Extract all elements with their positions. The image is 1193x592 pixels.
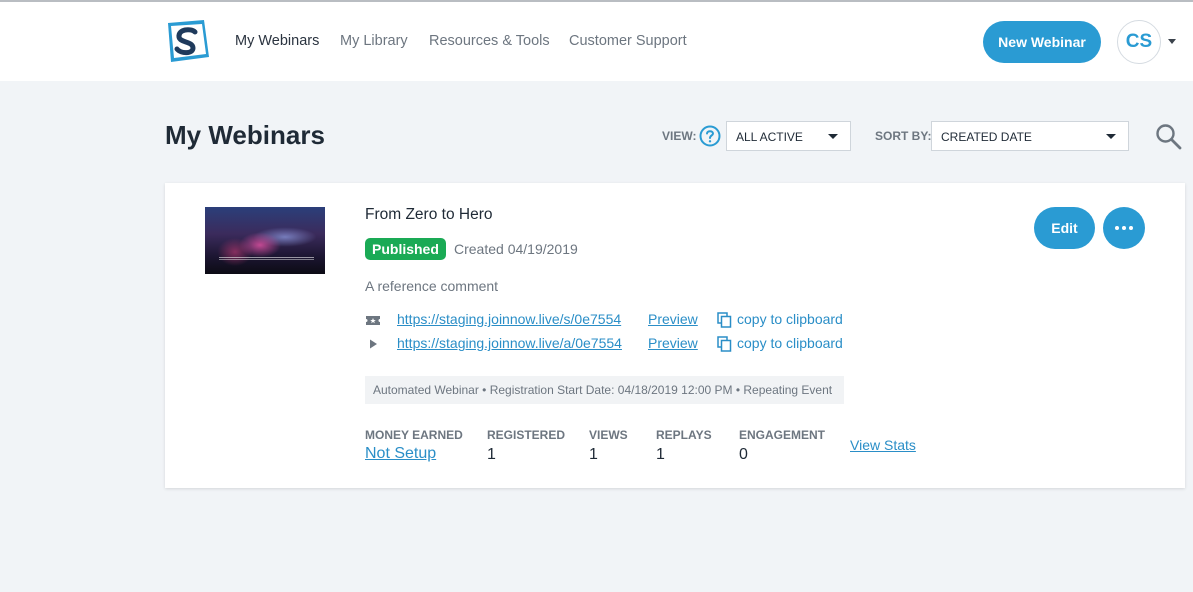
- view-label: VIEW:: [662, 129, 697, 143]
- ticket-icon: [366, 316, 380, 325]
- webinar-info-bar: Automated Webinar • Registration Start D…: [365, 376, 844, 404]
- more-dot: [1129, 226, 1133, 230]
- play-icon: [370, 339, 377, 349]
- nav-my-webinars[interactable]: My Webinars: [235, 33, 319, 49]
- nav-resources-tools[interactable]: Resources & Tools: [429, 33, 550, 49]
- copy-to-clipboard-label: copy to clipboard: [737, 311, 843, 327]
- brand-logo[interactable]: [164, 19, 210, 63]
- stat-registered-value: 1: [487, 446, 496, 463]
- sort-select-value: CREATED DATE: [941, 130, 1032, 144]
- webinar-card: From Zero to Hero Published Created 04/1…: [165, 183, 1185, 488]
- help-icon[interactable]: [699, 125, 721, 147]
- new-webinar-button[interactable]: New Webinar: [983, 21, 1101, 63]
- registration-link[interactable]: https://staging.joinnow.live/s/0e7554: [397, 311, 621, 327]
- webinar-thumbnail[interactable]: [205, 207, 325, 274]
- webinar-info-text: Automated Webinar • Registration Start D…: [373, 383, 833, 397]
- attendee-link[interactable]: https://staging.joinnow.live/a/0e7554: [397, 335, 622, 351]
- status-badge: Published: [365, 238, 446, 260]
- copy-icon: [717, 336, 732, 352]
- nav-customer-support[interactable]: Customer Support: [569, 33, 687, 49]
- more-options-button[interactable]: [1103, 207, 1145, 249]
- nav-my-library[interactable]: My Library: [340, 33, 408, 49]
- stat-engagement-value: 0: [739, 446, 748, 463]
- thumbnail-caption-lines: [219, 257, 314, 260]
- stat-views-label: VIEWS: [589, 428, 628, 442]
- stat-views-value: 1: [589, 446, 598, 463]
- view-stats-link[interactable]: View Stats: [850, 437, 916, 453]
- created-date: Created 04/19/2019: [454, 241, 578, 257]
- chevron-down-icon[interactable]: [1168, 39, 1176, 44]
- view-select-value: ALL ACTIVE: [736, 130, 803, 144]
- webinar-comment: A reference comment: [365, 278, 499, 294]
- webinar-title[interactable]: From Zero to Hero: [365, 206, 492, 224]
- attendee-preview-link[interactable]: Preview: [648, 335, 698, 351]
- stat-money-earned-label: MONEY EARNED: [365, 428, 463, 442]
- copy-to-clipboard-label: copy to clipboard: [737, 335, 843, 351]
- top-navbar: My Webinars My Library Resources & Tools…: [0, 2, 1193, 81]
- search-icon[interactable]: [1155, 123, 1182, 150]
- stat-replays-value: 1: [656, 446, 665, 463]
- stat-registered-label: REGISTERED: [487, 428, 566, 442]
- more-dot: [1115, 226, 1119, 230]
- chevron-down-icon: [1106, 134, 1116, 139]
- copy-icon: [717, 312, 732, 328]
- money-earned-setup-link[interactable]: Not Setup: [365, 445, 436, 463]
- page-title: My Webinars: [165, 120, 325, 150]
- registration-preview-link[interactable]: Preview: [648, 311, 698, 327]
- edit-button[interactable]: Edit: [1034, 207, 1095, 249]
- stat-engagement-label: ENGAGEMENT: [739, 428, 826, 442]
- view-select[interactable]: ALL ACTIVE: [726, 121, 851, 151]
- chevron-down-icon: [828, 134, 838, 139]
- more-dot: [1122, 226, 1126, 230]
- stat-replays-label: REPLAYS: [656, 428, 712, 442]
- sort-select[interactable]: CREATED DATE: [931, 121, 1129, 151]
- user-avatar[interactable]: CS: [1117, 20, 1161, 64]
- sort-label: SORT BY:: [875, 129, 932, 143]
